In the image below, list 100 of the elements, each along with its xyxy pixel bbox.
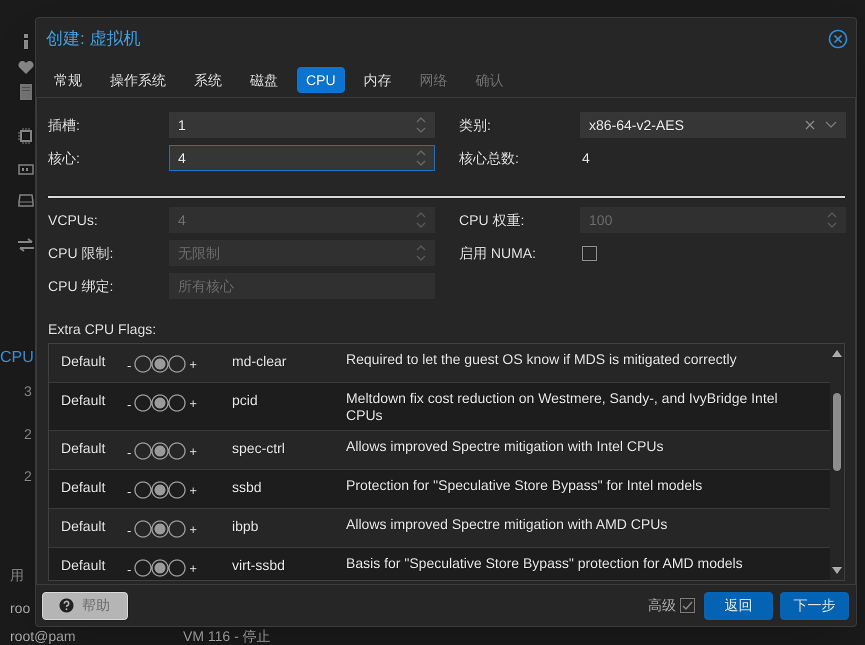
radio-button[interactable] (168, 559, 186, 578)
minus-text: - (127, 357, 132, 375)
flag-state-text: Default (60, 517, 106, 536)
type-dropdown[interactable]: x86-64-v2-AES (580, 112, 846, 138)
minus-text: - (127, 444, 132, 462)
plus-text: + (189, 394, 197, 412)
radio-button[interactable] (168, 355, 186, 374)
radio-button[interactable] (151, 394, 170, 412)
flag-state-text: Default (60, 556, 106, 575)
spinner-arrows-icon (416, 149, 426, 167)
scroll-down-icon (832, 567, 842, 574)
flag-state-text: Default (60, 478, 106, 497)
radio-button[interactable] (134, 355, 152, 374)
sidebar-text: 3 (24, 384, 32, 398)
tab[interactable]: 磁盘 (241, 67, 287, 93)
flag-name: pcid (232, 391, 259, 410)
radio-button[interactable] (151, 520, 170, 538)
tab[interactable]: 操作系统 (101, 67, 175, 93)
field-label: 启用 NUMA: (459, 244, 537, 262)
plus-text: + (189, 482, 197, 500)
flag-description: Basis for "Speculative Store Bypass" protection for AMD models (346, 555, 744, 572)
field-label: CPU 限制: (48, 244, 114, 262)
plus-text: + (189, 442, 197, 460)
window-title: 创建: 虚拟机 (46, 28, 140, 50)
flag-description: Protection for "Speculative Store Bypass" for Intel models (346, 477, 704, 494)
spinner-arrows-icon (416, 116, 426, 134)
radio-button[interactable] (151, 442, 170, 460)
flag-name: ssbd (232, 478, 263, 497)
field-label: CPU 绑定: (48, 276, 114, 296)
radio-button[interactable] (168, 481, 186, 500)
plus-text: + (189, 520, 197, 538)
flag-description: Meltdown fix cost reduction on Westmere, Sandy-, and IvyBridge Intel CPUs (346, 390, 779, 424)
radio-button[interactable] (151, 559, 170, 578)
flag-name: md-clear (232, 352, 288, 371)
flag-description: Required to let the guest OS know if MDS is mitigated correctly (346, 351, 738, 368)
radio-button[interactable] (151, 355, 170, 374)
numa-checkbox[interactable] (582, 246, 597, 260)
sidebar-text: roo (10, 601, 30, 615)
spinner-arrows-icon (827, 211, 837, 229)
minus-text: - (127, 522, 132, 540)
value-text: 4 (581, 148, 590, 168)
tab[interactable]: 常规 (45, 67, 91, 93)
field-label: 核心: (48, 148, 81, 168)
plus-text: + (189, 356, 197, 374)
tab[interactable]: 内存 (354, 67, 401, 93)
scrollbar-thumb[interactable] (833, 393, 841, 471)
flag-name: spec-ctrl (232, 439, 286, 458)
transfer-icon (18, 238, 34, 252)
number-field[interactable]: 1 (169, 112, 435, 138)
help-button[interactable]: 帮助 (42, 592, 128, 620)
section-label: Extra CPU Flags: (48, 320, 158, 339)
number-field[interactable]: 4 (169, 145, 435, 171)
flag-name: virt-ssbd (232, 556, 286, 575)
advanced-label: 高级 (648, 596, 676, 615)
sidebar-text: CPU (0, 350, 34, 366)
radio-button[interactable] (168, 394, 186, 412)
chevron-down-icon (825, 121, 837, 129)
flag-description: Allows improved Spectre mitigation with AMD CPUs (346, 516, 668, 533)
radio-button[interactable] (151, 481, 170, 500)
field-label: 核心总数: (459, 148, 520, 168)
radio-button[interactable] (134, 520, 152, 538)
minus-text: - (127, 396, 132, 414)
field-label: 类别: (459, 116, 492, 134)
server-icon (19, 84, 33, 100)
minus-text: - (127, 561, 132, 579)
radio-button[interactable] (134, 442, 152, 460)
flag-state-text: Default (60, 391, 106, 410)
flag-state-text: Default (60, 352, 106, 371)
advanced-checkbox[interactable] (680, 598, 695, 613)
sidebar-text: 2 (24, 469, 32, 483)
sidebar-text: 2 (24, 427, 32, 441)
flag-description: Allows improved Spectre mitigation with Intel CPUs (346, 438, 664, 455)
radio-button[interactable] (168, 520, 186, 538)
sidebar-text: 用 (10, 568, 24, 582)
flag-state-text: Default (60, 439, 106, 458)
radio-button[interactable] (134, 394, 152, 412)
flag-name: ibpb (232, 517, 260, 536)
heart-icon (18, 60, 34, 75)
memory-icon (18, 163, 34, 176)
minus-text: - (127, 483, 132, 501)
next-button[interactable]: 下一步 (780, 592, 849, 620)
tab[interactable]: 系统 (185, 67, 231, 93)
vm-status-text: VM 116 - 停止 (183, 629, 271, 643)
field-label: 插槽: (48, 116, 81, 134)
radio-button[interactable] (134, 559, 152, 578)
help-icon (59, 598, 74, 613)
user-text: root@pam (10, 629, 76, 643)
chip-icon (18, 128, 34, 144)
radio-button[interactable] (168, 442, 186, 460)
close-icon[interactable] (828, 29, 848, 49)
field-label: CPU 权重: (459, 210, 526, 230)
scroll-up-icon (832, 350, 842, 357)
radio-button[interactable] (134, 481, 152, 500)
spinner-arrows-icon (416, 211, 426, 229)
tab[interactable]: CPU (297, 67, 345, 93)
check-icon (682, 600, 693, 611)
spinner-arrows-icon (416, 244, 426, 262)
clear-icon (805, 120, 815, 130)
field-label: VCPUs: (48, 210, 99, 230)
back-button[interactable]: 返回 (704, 592, 773, 620)
